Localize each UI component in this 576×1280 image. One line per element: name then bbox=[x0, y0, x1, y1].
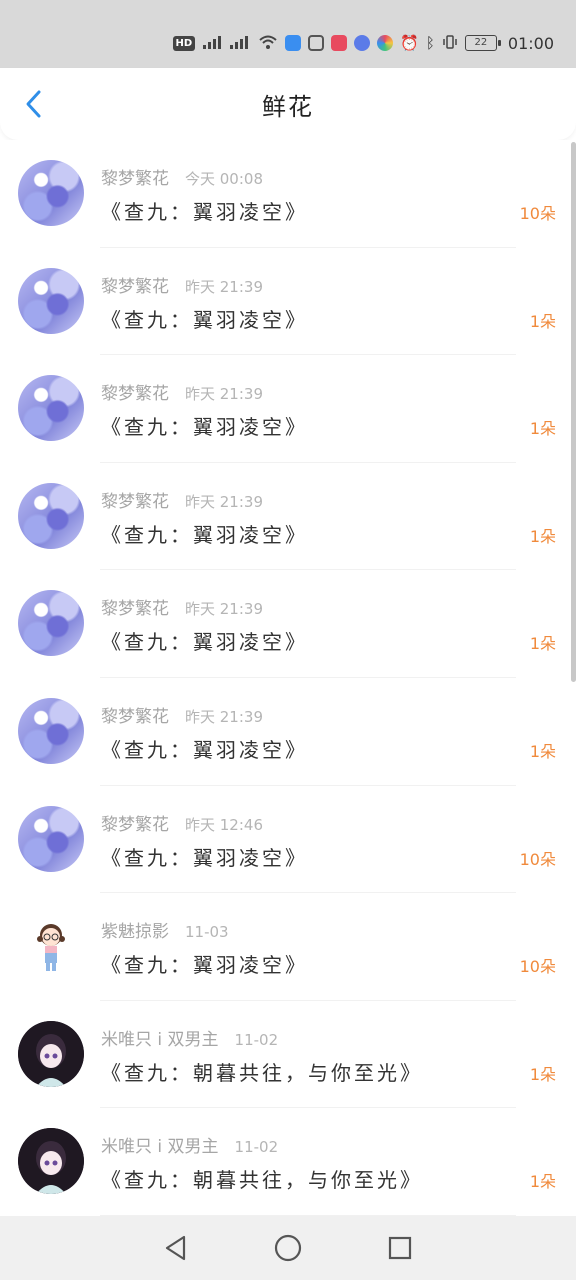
status-bar: HD ⏰ ᛒ 22 01:00 bbox=[0, 0, 576, 68]
book-title[interactable]: 《查九：朝暮共往，与你至光》 bbox=[101, 1057, 423, 1086]
book-title[interactable]: 《查九：翼羽凌空》 bbox=[101, 411, 308, 440]
sender-name[interactable]: 米唯只 i 双男主 bbox=[101, 1030, 219, 1050]
triangle-back-icon bbox=[165, 1235, 186, 1261]
list-item[interactable]: 黎梦繁花 昨天 12:46 《查九：翼羽凌空》 10朵 bbox=[0, 786, 576, 894]
clock: 01:00 bbox=[507, 33, 554, 53]
avatar[interactable] bbox=[18, 375, 84, 442]
list-item[interactable]: 黎梦繁花 昨天 21:39 《查九：翼羽凌空》 1朵 bbox=[0, 678, 576, 786]
sender-line: 黎梦繁花 今天 00:08 bbox=[101, 164, 263, 189]
timestamp: 昨天 21:39 bbox=[185, 385, 263, 404]
flower-count: 10朵 bbox=[519, 849, 556, 869]
sender-line: 黎梦繁花 昨天 12:46 bbox=[101, 810, 263, 835]
alarm-icon: ⏰ bbox=[400, 33, 419, 52]
flower-count: 1朵 bbox=[529, 419, 556, 439]
signal-4g-icon bbox=[229, 34, 251, 53]
timestamp: 11-02 bbox=[234, 1138, 279, 1157]
flower-count: 1朵 bbox=[529, 1064, 556, 1084]
sender-line: 黎梦繁花 昨天 21:39 bbox=[101, 272, 263, 297]
hd-voice-icon: HD bbox=[172, 35, 196, 51]
sender-line: 紫魅掠影 11-03 bbox=[101, 917, 229, 942]
signal-icon bbox=[202, 34, 222, 53]
colorful-app-icon bbox=[377, 35, 394, 51]
bluetooth-icon: ᛒ bbox=[425, 33, 435, 52]
list-item[interactable]: 米唯只 i 双男主 11-02 《查九：朝暮共往，与你至光》 1朵 bbox=[0, 1001, 576, 1109]
avatar[interactable] bbox=[18, 1128, 84, 1195]
list-item[interactable]: 紫魅掠影 11-03 《查九：翼羽凌空》 10朵 bbox=[0, 893, 576, 1001]
circle-home-icon bbox=[274, 1234, 302, 1262]
nav-recents-button[interactable] bbox=[380, 1228, 420, 1268]
music-app-icon bbox=[354, 35, 371, 51]
wifi-icon bbox=[258, 34, 278, 53]
sender-name[interactable]: 黎梦繁花 bbox=[101, 169, 169, 189]
battery-icon: 22 bbox=[464, 35, 501, 51]
book-title[interactable]: 《查九：朝暮共往，与你至光》 bbox=[101, 1164, 423, 1193]
sender-name[interactable]: 黎梦繁花 bbox=[101, 277, 169, 297]
avatar[interactable] bbox=[18, 697, 84, 764]
avatar[interactable] bbox=[18, 590, 84, 657]
sender-name[interactable]: 黎梦繁花 bbox=[101, 384, 169, 404]
list-item[interactable]: 黎梦繁花 昨天 21:39 《查九：翼羽凌空》 1朵 bbox=[0, 248, 576, 356]
book-title[interactable]: 《查九：翼羽凌空》 bbox=[101, 949, 308, 978]
list-item[interactable]: 黎梦繁花 昨天 21:39 《查九：翼羽凌空》 1朵 bbox=[0, 355, 576, 463]
flower-count: 1朵 bbox=[529, 634, 556, 654]
sender-name[interactable]: 黎梦繁花 bbox=[101, 492, 169, 512]
sender-name[interactable]: 黎梦繁花 bbox=[101, 815, 169, 835]
sender-line: 黎梦繁花 昨天 21:39 bbox=[101, 487, 263, 512]
sender-line: 黎梦繁花 昨天 21:39 bbox=[101, 702, 263, 727]
list-item[interactable]: 黎梦繁花 今天 00:08 《查九：翼羽凌空》 10朵 bbox=[0, 140, 576, 248]
list-item[interactable]: 黎梦繁花 昨天 21:39 《查九：翼羽凌空》 1朵 bbox=[0, 463, 576, 571]
system-nav-bar bbox=[0, 1216, 576, 1280]
vibrate-icon bbox=[442, 34, 458, 53]
flower-count: 1朵 bbox=[529, 1172, 556, 1192]
scrollbar[interactable] bbox=[571, 142, 576, 682]
book-title[interactable]: 《查九：翼羽凌空》 bbox=[101, 196, 308, 225]
sender-line: 米唯只 i 双男主 11-02 bbox=[101, 1132, 278, 1157]
sender-name[interactable]: 紫魅掠影 bbox=[101, 922, 169, 942]
cloud-app-icon bbox=[285, 35, 302, 51]
avatar[interactable] bbox=[18, 805, 84, 872]
red-app-icon bbox=[331, 35, 348, 51]
list-item[interactable]: 黎梦繁花 昨天 21:39 《查九：翼羽凌空》 1朵 bbox=[0, 570, 576, 678]
sender-name[interactable]: 黎梦繁花 bbox=[101, 707, 169, 727]
timestamp: 昨天 21:39 bbox=[185, 707, 263, 726]
nav-home-button[interactable] bbox=[268, 1228, 308, 1268]
book-title[interactable]: 《查九：翼羽凌空》 bbox=[101, 734, 308, 763]
flower-count: 1朵 bbox=[529, 741, 556, 761]
list-item[interactable]: 米唯只 i 双男主 11-02 《查九：朝暮共往，与你至光》 1朵 bbox=[0, 1108, 576, 1216]
timestamp: 昨天 21:39 bbox=[185, 600, 263, 619]
sender-name[interactable]: 黎梦繁花 bbox=[101, 599, 169, 619]
book-title[interactable]: 《查九：翼羽凌空》 bbox=[101, 626, 308, 655]
flower-count: 10朵 bbox=[519, 204, 556, 223]
flower-count: 1朵 bbox=[529, 311, 556, 331]
title-bar: 鲜花 bbox=[0, 68, 576, 140]
sender-line: 米唯只 i 双男主 11-02 bbox=[101, 1025, 278, 1050]
sender-line: 黎梦繁花 昨天 21:39 bbox=[101, 379, 263, 404]
timestamp: 11-02 bbox=[234, 1030, 279, 1049]
page-title: 鲜花 bbox=[262, 92, 314, 121]
timestamp: 今天 00:08 bbox=[185, 170, 263, 188]
timestamp: 11-03 bbox=[185, 923, 229, 942]
flower-count: 1朵 bbox=[529, 526, 556, 546]
nav-back-button[interactable] bbox=[156, 1228, 196, 1268]
flower-gift-list[interactable]: 黎梦繁花 今天 00:08 《查九：翼羽凌空》 10朵 黎梦繁花 昨天 21:39 《查九：… bbox=[0, 140, 576, 1216]
timestamp: 昨天 21:39 bbox=[185, 277, 263, 296]
square-recents-icon bbox=[388, 1236, 412, 1260]
avatar[interactable] bbox=[18, 160, 84, 226]
avatar[interactable] bbox=[18, 267, 84, 334]
timestamp: 昨天 12:46 bbox=[185, 815, 263, 834]
back-button[interactable] bbox=[14, 84, 54, 124]
sender-line: 黎梦繁花 昨天 21:39 bbox=[101, 594, 263, 619]
sender-name[interactable]: 米唯只 i 双男主 bbox=[101, 1137, 219, 1157]
flower-count: 10朵 bbox=[519, 957, 556, 977]
book-title[interactable]: 《查九：翼羽凌空》 bbox=[101, 519, 308, 548]
book-title[interactable]: 《查九：翼羽凌空》 bbox=[101, 304, 308, 333]
avatar[interactable] bbox=[18, 1020, 84, 1087]
avatar[interactable] bbox=[18, 913, 84, 980]
avatar[interactable] bbox=[18, 482, 84, 549]
book-title[interactable]: 《查九：翼羽凌空》 bbox=[101, 842, 308, 871]
hexagon-app-icon bbox=[308, 35, 325, 51]
timestamp: 昨天 21:39 bbox=[185, 492, 263, 511]
chevron-left-icon bbox=[26, 90, 41, 118]
